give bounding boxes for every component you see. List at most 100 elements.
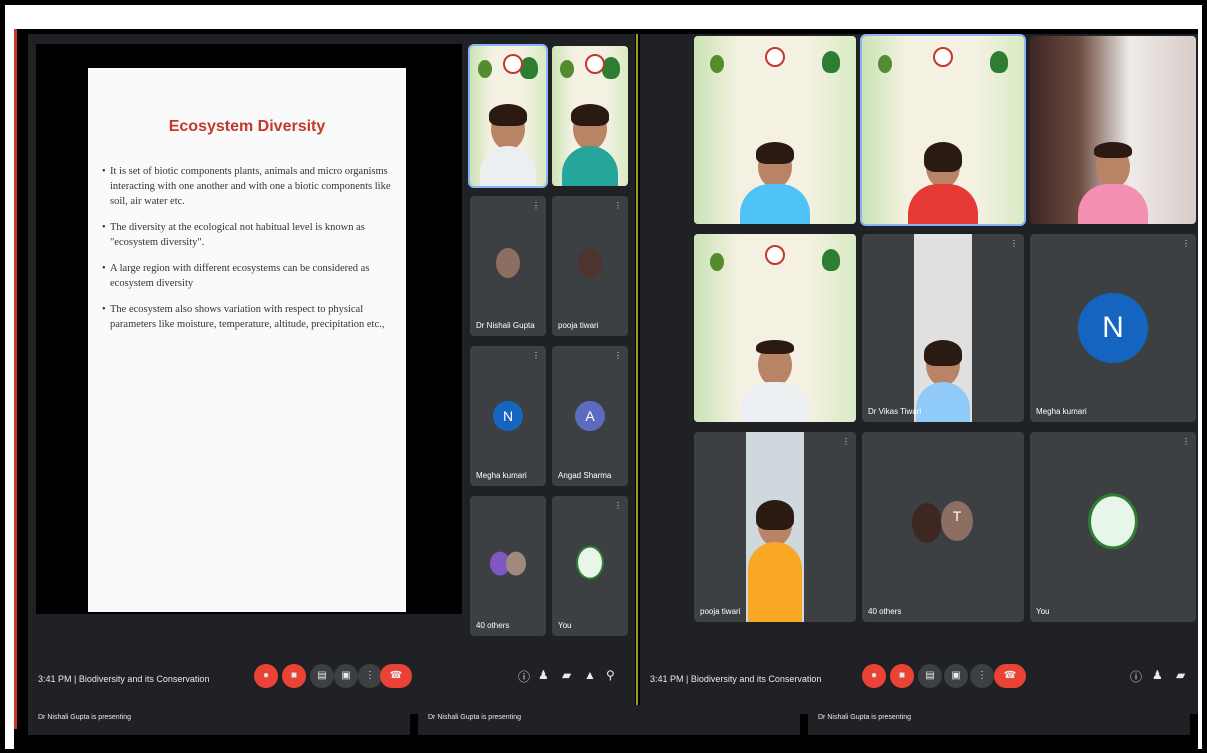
mic-off-icon: ⋮ — [1182, 437, 1190, 446]
avatar — [496, 248, 520, 278]
meeting-window-left: Ecosystem Diversity It is set of biotic … — [28, 34, 635, 714]
panel-divider — [636, 34, 638, 714]
participant-video-person — [1078, 142, 1148, 224]
presenting-label: Dr Nishali Gupta is presenting — [818, 714, 911, 721]
participant-video-person — [480, 104, 536, 186]
end-call-icon[interactable]: ☎ — [380, 664, 412, 688]
more-icon[interactable]: ⋮ — [358, 664, 382, 688]
activities-icon[interactable]: ▲ — [584, 668, 596, 682]
avatar: N — [1078, 293, 1148, 363]
participant-tile-video[interactable] — [1030, 36, 1196, 224]
avatar: A — [575, 401, 605, 431]
participant-tile[interactable]: ⋮ pooja tiwari — [552, 196, 628, 336]
participant-tile-video[interactable] — [694, 234, 856, 422]
chat-icon[interactable]: ▰ — [562, 668, 571, 682]
participant-video-person — [908, 142, 978, 224]
top-margin — [5, 5, 1202, 29]
presenting-label: Dr Nishali Gupta is presenting — [38, 714, 131, 721]
mic-off-icon: ⋮ — [1010, 239, 1018, 248]
meeting-clock-title: 3:41 PM | Biodiversity and its Conservat… — [38, 674, 210, 684]
participant-tile[interactable]: ⋮ pooja tiwari — [694, 432, 856, 622]
meeting-controls-bar: 3:41 PM | Biodiversity and its Conservat… — [28, 644, 635, 714]
org-logo-avatar — [576, 545, 604, 580]
participant-name: You — [558, 621, 572, 630]
info-icon[interactable]: ⓘ — [518, 668, 530, 685]
meeting-clock-title: 3:41 PM | Biodiversity and its Conservat… — [650, 674, 822, 684]
present-icon[interactable]: ▣ — [334, 664, 358, 688]
participant-tile-video[interactable] — [860, 34, 1026, 226]
avatar — [912, 503, 942, 543]
slide-bullet: A large region with different ecosystems… — [102, 261, 392, 291]
participant-name: Megha kumari — [476, 471, 527, 480]
participant-video-person — [916, 340, 970, 422]
mic-off-icon: ⋮ — [532, 351, 540, 360]
mic-icon[interactable]: ● — [862, 664, 886, 688]
participant-tile[interactable]: ⋮ A Angad Sharma — [552, 346, 628, 486]
presentation-slide: Ecosystem Diversity It is set of biotic … — [88, 68, 406, 612]
participant-tile[interactable]: ⋮ N Megha kumari — [470, 346, 546, 486]
participant-tile-self[interactable]: ⋮ You — [552, 496, 628, 636]
avatar — [506, 551, 526, 576]
slide-bullet: The ecosystem also shows variation with … — [102, 302, 392, 332]
participant-name: pooja tiwari — [700, 607, 741, 616]
people-icon[interactable]: ♟ — [1152, 668, 1163, 682]
participant-name: pooja tiwari — [558, 321, 599, 330]
mic-off-icon: ⋮ — [532, 201, 540, 210]
right-margin — [1198, 29, 1202, 749]
participant-tile-others[interactable]: T 40 others — [862, 432, 1024, 622]
mic-off-icon: ⋮ — [842, 437, 850, 446]
captions-icon[interactable]: ▤ — [918, 664, 942, 688]
presenting-banner: Dr Nishali Gupta is presenting — [28, 705, 410, 735]
avatar: N — [493, 401, 523, 431]
org-logo-avatar — [1088, 493, 1138, 550]
chat-icon[interactable]: ▰ — [1176, 668, 1185, 682]
presentation-area: Ecosystem Diversity It is set of biotic … — [36, 44, 462, 614]
end-call-icon[interactable]: ☎ — [994, 664, 1026, 688]
camera-icon[interactable]: ■ — [890, 664, 914, 688]
avatar: T — [941, 501, 973, 541]
presenting-label: Dr Nishali Gupta is presenting — [428, 714, 521, 721]
slide-title: Ecosystem Diversity — [168, 118, 326, 135]
participant-video-person — [740, 340, 810, 422]
avatar — [578, 248, 602, 278]
participant-video-person — [740, 142, 810, 224]
left-margin — [5, 29, 14, 749]
lock-icon[interactable]: ⚲ — [606, 668, 615, 682]
participant-name: Angad Sharma — [558, 471, 612, 480]
meeting-window-right: ⋮ Dr Vikas Tiwari ⋮ N Megha kumari ⋮ poo… — [640, 34, 1198, 714]
meeting-controls-bar: 3:41 PM | Biodiversity and its Conservat… — [640, 644, 1198, 714]
mic-off-icon: ⋮ — [614, 351, 622, 360]
presenting-banner: Dr Nishali Gupta is presenting — [808, 705, 1190, 735]
participant-tile-others[interactable]: 40 others — [470, 496, 546, 636]
participant-video-crop — [914, 234, 972, 422]
participant-name: Megha kumari — [1036, 407, 1087, 416]
info-icon[interactable]: ⓘ — [1130, 668, 1142, 685]
captions-icon[interactable]: ▤ — [310, 664, 334, 688]
participant-tile-video[interactable] — [552, 46, 628, 186]
presenting-banner: Dr Nishali Gupta is presenting — [418, 705, 800, 735]
participant-tile[interactable]: ⋮ Dr Vikas Tiwari — [862, 234, 1024, 422]
participant-video-person — [562, 104, 618, 186]
participant-name: Dr Nishali Gupta — [476, 321, 535, 330]
participant-tile[interactable]: ⋮ Dr Nishali Gupta — [470, 196, 546, 336]
red-margin-line — [14, 29, 17, 729]
participant-tile-self[interactable]: ⋮ You — [1030, 432, 1196, 622]
participant-tile-video[interactable] — [468, 44, 548, 188]
participant-name: Dr Vikas Tiwari — [868, 407, 922, 416]
more-icon[interactable]: ⋮ — [970, 664, 994, 688]
participant-tile[interactable]: ⋮ N Megha kumari — [1030, 234, 1196, 422]
participant-video-person — [748, 500, 802, 622]
mic-off-icon: ⋮ — [1182, 239, 1190, 248]
mic-off-icon: ⋮ — [614, 501, 622, 510]
participant-video-crop — [746, 432, 804, 622]
participant-name: 40 others — [476, 621, 510, 630]
slide-bullet: It is set of biotic components plants, a… — [102, 164, 392, 209]
camera-icon[interactable]: ■ — [282, 664, 306, 688]
participant-tile-video[interactable] — [694, 36, 856, 224]
people-icon[interactable]: ♟ — [538, 668, 549, 682]
participant-name: 40 others — [868, 607, 902, 616]
slide-bullet: The diversity at the ecological not habi… — [102, 220, 392, 250]
participant-name: You — [1036, 607, 1050, 616]
present-icon[interactable]: ▣ — [944, 664, 968, 688]
mic-icon[interactable]: ● — [254, 664, 278, 688]
